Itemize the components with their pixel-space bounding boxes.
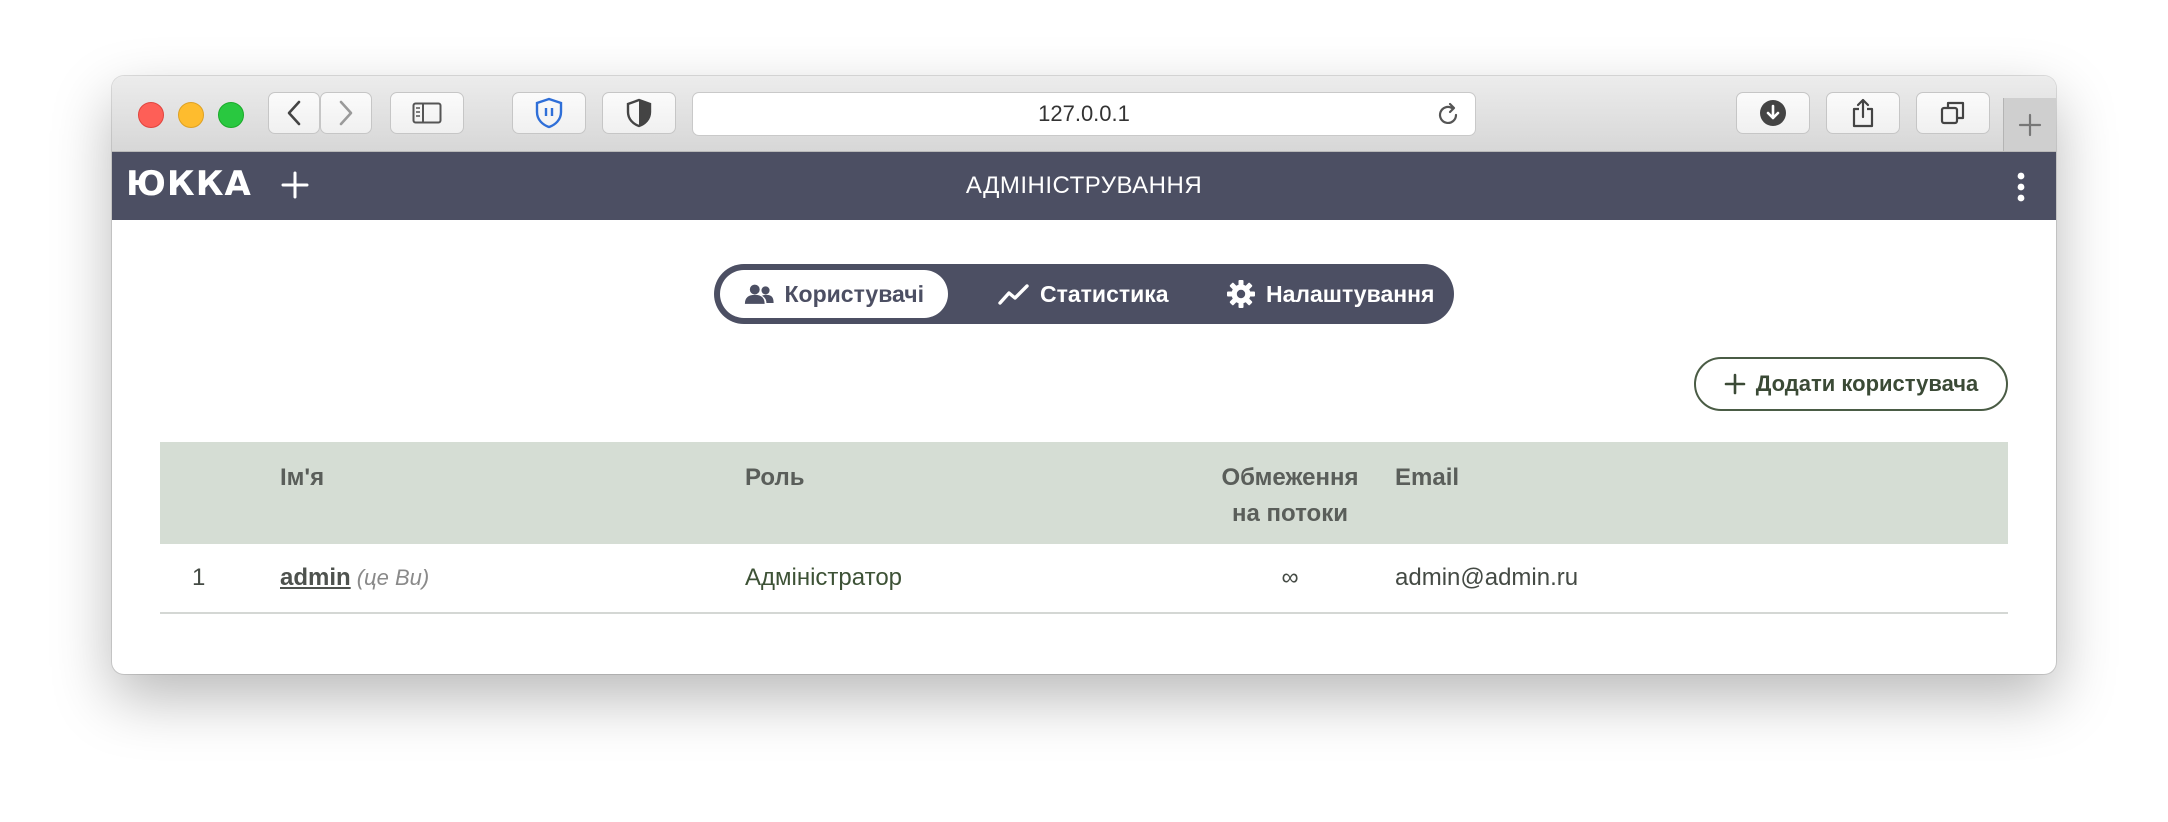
add-user-button[interactable]: Додати користувача (1694, 357, 2008, 411)
minimize-window-button[interactable] (178, 102, 204, 128)
shield-icon (626, 98, 652, 128)
gear-icon (1227, 280, 1255, 308)
plus-icon (2018, 113, 2042, 136)
row-index: 1 (192, 564, 206, 591)
reload-icon[interactable] (1435, 102, 1461, 128)
shield-key-icon (535, 97, 563, 129)
share-button[interactable] (1826, 92, 1900, 134)
tabs-icon (1940, 101, 1965, 125)
column-header-limit-line2: на потоки (1232, 500, 1348, 527)
more-vertical-icon[interactable] (2016, 172, 2026, 202)
column-header-role[interactable]: Роль (745, 460, 804, 496)
share-icon (1852, 98, 1874, 128)
password-manager-button[interactable] (512, 92, 586, 134)
url-text: 127.0.0.1 (1038, 101, 1130, 126)
admin-tabs: Користувачі Статистика Налаштування (714, 264, 1454, 324)
table-row: 1 admin (це Ви) Адміністратор ∞ admin@adm… (160, 544, 2008, 614)
tab-users-label: Користувачі (784, 280, 925, 307)
users-table-header: Ім'я Роль Обмеження на потоки Email (160, 442, 2008, 544)
download-icon (1760, 100, 1786, 126)
browser-toolbar: 127.0.0.1 (112, 76, 2056, 152)
new-tab-button[interactable] (2003, 98, 2056, 151)
user-name-cell: admin (це Ви) (280, 564, 429, 592)
sidebar-toggle-button[interactable] (390, 92, 464, 134)
tabs-overview-button[interactable] (1916, 92, 1990, 134)
chevron-right-icon (339, 100, 353, 126)
browser-window: 127.0.0.1 ЮККА АДМІНІСТРУВАННЯ Користува… (112, 76, 2056, 674)
app-header: ЮККА АДМІНІСТРУВАННЯ (112, 152, 2056, 220)
column-header-limit[interactable]: Обмеження на потоки (1210, 460, 1370, 532)
current-user-note: (це Ви) (356, 565, 430, 590)
tab-statistics-label: Статистика (1040, 280, 1169, 307)
sidebar-icon (412, 102, 442, 124)
column-header-limit-line1: Обмеження (1221, 464, 1359, 491)
user-name-link[interactable]: admin (280, 564, 351, 591)
plus-icon (1724, 373, 1746, 395)
users-icon (744, 284, 774, 304)
column-header-name[interactable]: Ім'я (280, 460, 324, 496)
user-role: Адміністратор (745, 564, 903, 591)
page-title: АДМІНІСТРУВАННЯ (965, 172, 1203, 199)
add-user-label: Додати користувача (1755, 371, 1979, 396)
column-header-email[interactable]: Email (1395, 460, 1459, 496)
tab-settings[interactable]: Налаштування (1202, 270, 1458, 318)
zoom-window-button[interactable] (218, 102, 244, 128)
close-window-button[interactable] (138, 102, 164, 128)
user-stream-limit: ∞ (1281, 564, 1299, 591)
tab-settings-label: Налаштування (1266, 280, 1435, 307)
back-button[interactable] (268, 92, 320, 134)
user-email: admin@admin.ru (1395, 564, 1579, 591)
chart-line-icon (998, 284, 1029, 305)
downloads-button[interactable] (1736, 92, 1810, 134)
privacy-button[interactable] (602, 92, 676, 134)
tab-users[interactable]: Користувачі (720, 270, 948, 318)
forward-button[interactable] (320, 92, 372, 134)
tab-statistics[interactable]: Статистика (974, 270, 1193, 318)
chevron-left-icon (287, 100, 301, 126)
address-bar[interactable]: 127.0.0.1 (692, 92, 1476, 136)
